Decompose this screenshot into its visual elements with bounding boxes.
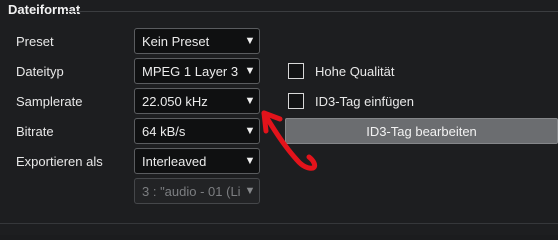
annotation-arrow	[261, 110, 318, 171]
annotation-arrow-stroke	[261, 110, 318, 171]
export-dialog-panel: Dateiformat Preset Kein Preset ▼ Dateity…	[0, 0, 558, 235]
